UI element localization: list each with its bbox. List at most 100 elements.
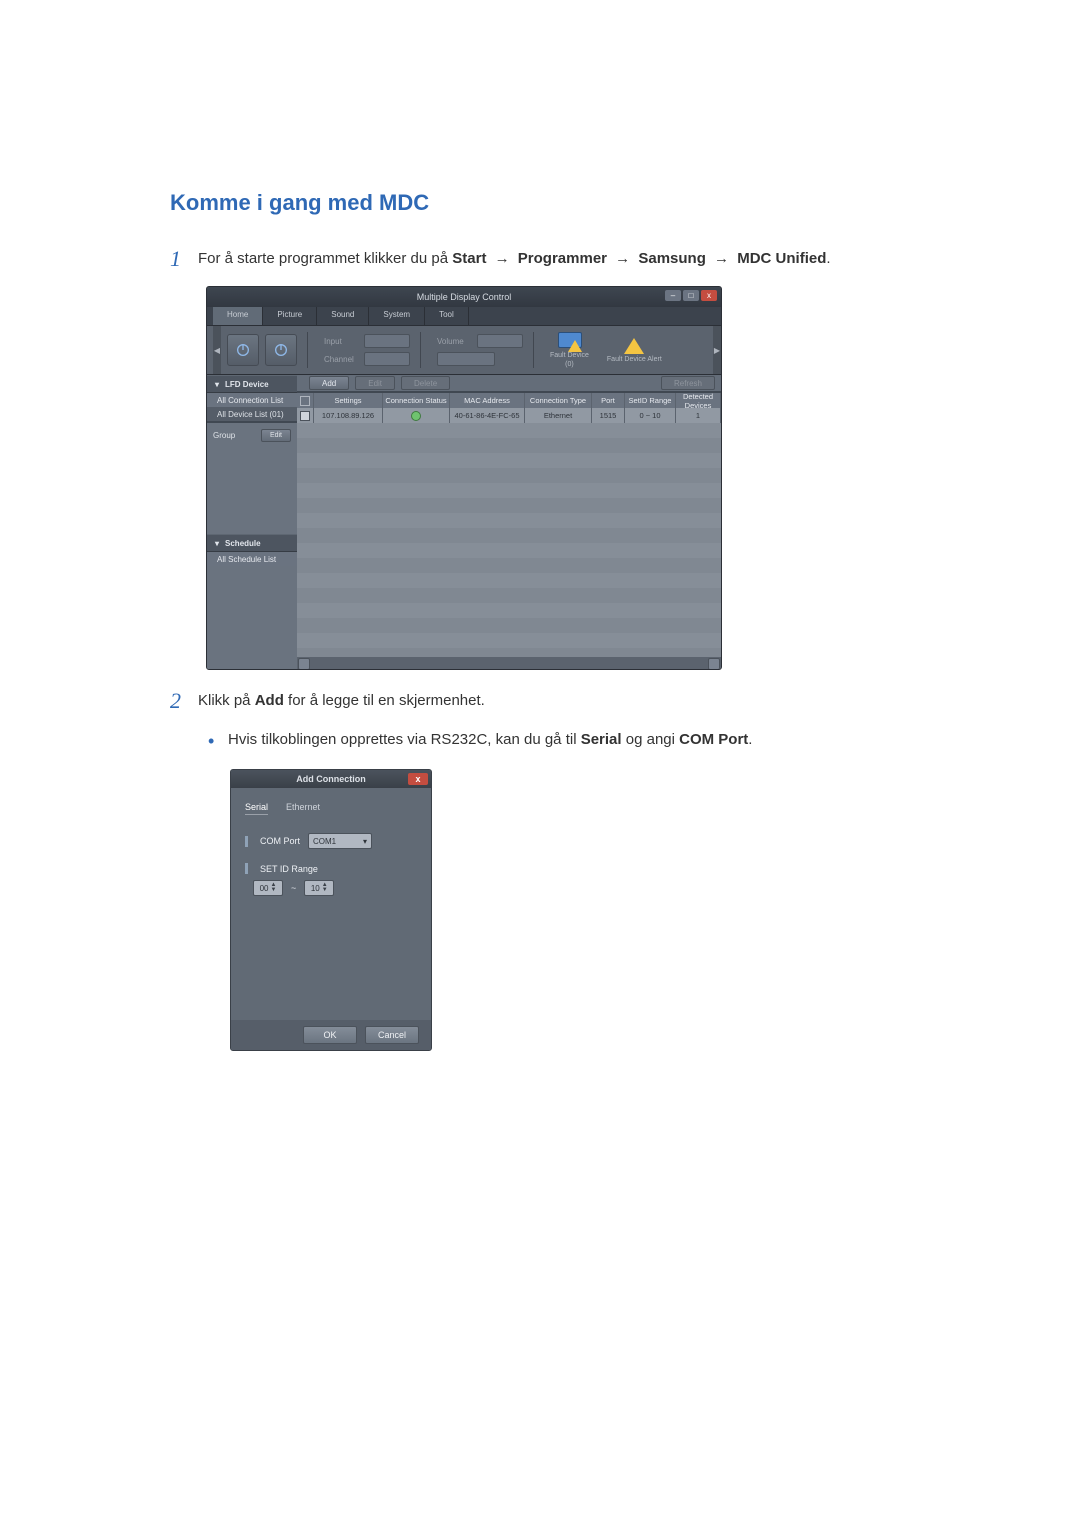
setid-range-label: SET ID Range	[260, 864, 318, 874]
com-port-label: COM Port	[260, 836, 300, 846]
ok-button[interactable]: OK	[303, 1026, 357, 1044]
fault-device-label: Fault Device	[550, 352, 589, 359]
setid-range-row: 00 ▲▼ ~ 10 ▲▼	[245, 880, 417, 896]
text: for å legge til en skjermenhet.	[284, 692, 485, 709]
power-on-button[interactable]	[227, 334, 259, 366]
bullet-item: • Hvis tilkoblingen opprettes via RS232C…	[208, 729, 920, 752]
maximize-button[interactable]: □	[683, 290, 699, 301]
menu-home[interactable]: Home	[213, 307, 263, 325]
table-empty-area	[297, 423, 721, 657]
group-label: Group	[213, 431, 235, 440]
toolbar: ◀ Input Channel	[207, 326, 721, 375]
schedule-header[interactable]: ▾ Schedule	[207, 534, 297, 552]
dialog-titlebar: Add Connection x	[231, 770, 431, 788]
text: og angi	[622, 731, 680, 748]
text: .	[748, 731, 752, 748]
setid-from-stepper[interactable]: 00 ▲▼	[253, 880, 283, 896]
stepper-arrows-icon: ▲▼	[270, 883, 276, 893]
all-connection-list[interactable]: All Connection List	[207, 393, 297, 407]
group-edit-button[interactable]: Edit	[261, 429, 291, 442]
connection-actions: Add Edit Delete Refresh	[297, 375, 721, 391]
step-2: 2 Klikk på Add for å legge til en skjerm…	[170, 688, 920, 714]
all-device-list[interactable]: All Device List (01)	[207, 407, 297, 421]
minimize-button[interactable]: –	[665, 290, 681, 301]
kw-serial: Serial	[581, 731, 622, 748]
menu-system[interactable]: System	[369, 307, 425, 325]
cell-conn-type: Ethernet	[525, 408, 592, 423]
col-connection-type: Connection Type	[525, 393, 592, 408]
step-2-text: Klikk på Add for å legge til en skjermen…	[198, 688, 485, 713]
menu-sound[interactable]: Sound	[317, 307, 369, 325]
text: For å starte programmet klikker du på	[198, 250, 452, 267]
com-port-select[interactable]: COM1 ▾	[308, 833, 372, 849]
volume-field[interactable]	[477, 334, 523, 348]
volume-label: Volume	[437, 337, 473, 346]
col-checkbox[interactable]	[297, 393, 314, 408]
chevron-down-icon: ▾	[363, 837, 367, 846]
cell-status	[383, 408, 450, 423]
input-select[interactable]	[364, 334, 410, 348]
text: Klikk på	[198, 692, 255, 709]
alert-icon	[624, 338, 644, 354]
step-number: 1	[170, 246, 198, 272]
dialog-footer: OK Cancel	[231, 1020, 431, 1050]
lfd-device-header[interactable]: ▾ LFD Device	[207, 375, 297, 393]
channel-label: Channel	[324, 355, 360, 364]
setid-from-value: 00	[260, 884, 269, 893]
chevron-down-icon: ▾	[215, 380, 219, 389]
add-button[interactable]: Add	[309, 376, 349, 390]
kw-add: Add	[255, 692, 284, 709]
setid-to-value: 10	[311, 884, 320, 893]
cell-port: 1515	[592, 408, 625, 423]
power-icon	[273, 342, 289, 358]
col-mac: MAC Address	[450, 393, 525, 408]
kw-start: Start	[452, 250, 486, 267]
tab-ethernet[interactable]: Ethernet	[286, 802, 320, 815]
menu-picture[interactable]: Picture	[263, 307, 317, 325]
main-body: Group Edit ▾ Schedule All Schedule List	[207, 423, 721, 669]
bullet-icon: •	[208, 729, 228, 750]
row-checkbox[interactable]	[300, 411, 310, 421]
arrow-icon: →	[491, 250, 514, 267]
nav-left-icon[interactable]: ◀	[213, 326, 221, 374]
cell-setid: 0 ~ 10	[625, 408, 676, 423]
scroll-left-icon[interactable]	[298, 658, 310, 670]
section-title: Komme i gang med MDC	[170, 190, 920, 216]
text: .	[826, 250, 830, 267]
lfd-device-label: LFD Device	[225, 380, 269, 389]
channel-stepper[interactable]	[364, 352, 410, 366]
col-port: Port	[592, 393, 625, 408]
cancel-button[interactable]: Cancel	[365, 1026, 419, 1044]
cell-detected: 1	[676, 408, 721, 423]
fault-alert-label: Fault Device Alert	[607, 356, 662, 363]
dialog-close-button[interactable]: x	[408, 773, 428, 785]
close-button[interactable]: x	[701, 290, 717, 301]
input-label: Input	[324, 337, 360, 346]
dialog-tabs: Serial Ethernet	[245, 802, 417, 815]
mute-button[interactable]	[437, 352, 495, 366]
all-schedule-list[interactable]: All Schedule List	[207, 552, 297, 566]
step-1-text: For å starte programmet klikker du på St…	[198, 246, 831, 271]
fault-count: (0)	[565, 361, 574, 368]
setid-to-stepper[interactable]: 10 ▲▼	[304, 880, 334, 896]
scroll-right-icon[interactable]	[708, 658, 720, 670]
fault-alert-block[interactable]: Fault Device Alert	[601, 338, 668, 363]
tab-serial[interactable]: Serial	[245, 802, 268, 815]
menu-tool[interactable]: Tool	[425, 307, 469, 325]
table-row[interactable]: 107.108.89.126 40-61-86-4E-FC-65 Etherne…	[297, 408, 721, 423]
chevron-down-icon: ▾	[215, 539, 219, 548]
sidebar-group-row: Group Edit	[213, 427, 291, 444]
dialog-title: Add Connection	[296, 774, 366, 784]
table-area	[297, 423, 721, 669]
refresh-button[interactable]: Refresh	[661, 376, 715, 390]
add-connection-dialog: Add Connection x Serial Ethernet COM Por…	[230, 769, 432, 1051]
horizontal-scrollbar[interactable]	[297, 657, 721, 669]
power-off-button[interactable]	[265, 334, 297, 366]
fault-device-block[interactable]: Fault Device (0)	[544, 332, 595, 368]
nav-right-icon[interactable]: ▶	[713, 326, 721, 374]
delete-button[interactable]: Delete	[401, 376, 450, 390]
cell-mac: 40-61-86-4E-FC-65	[450, 408, 525, 423]
dialog-body: Serial Ethernet COM Port COM1 ▾ SET ID R…	[231, 788, 431, 1020]
accent-bar	[245, 836, 248, 847]
edit-button[interactable]: Edit	[355, 376, 395, 390]
